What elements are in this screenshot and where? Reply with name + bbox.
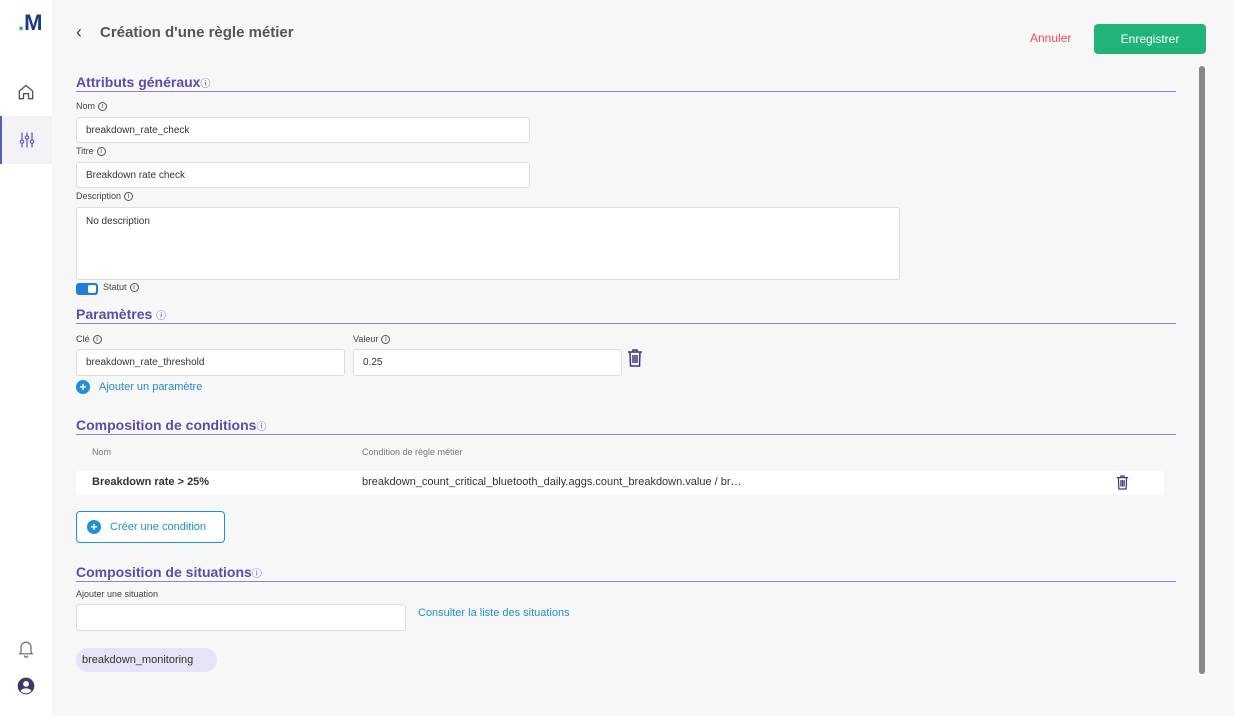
info-icon: i xyxy=(92,335,102,345)
value-label: Valeur i xyxy=(353,334,391,345)
page-title: Création d'une règle métier xyxy=(100,24,294,41)
add-parameter-link[interactable]: + Ajouter un paramètre xyxy=(76,380,202,394)
section-general-title: Attributs générauxⓘ xyxy=(76,74,211,90)
section-conditions-title: Composition de conditionsⓘ xyxy=(76,417,267,433)
sidebar: .M xyxy=(0,0,52,716)
name-input[interactable]: breakdown_rate_check xyxy=(76,117,530,143)
info-icon: i xyxy=(129,283,139,293)
user-icon xyxy=(17,677,35,695)
condition-expression: breakdown_count_critical_bluetooth_daily… xyxy=(362,476,742,488)
info-icon: i xyxy=(98,102,108,112)
chevron-left-icon[interactable]: ‹ xyxy=(76,22,82,43)
main-content: ‹ Création d'une règle métier Annuler En… xyxy=(52,0,1234,716)
description-textarea[interactable]: No description xyxy=(76,207,900,280)
status-toggle[interactable] xyxy=(76,283,98,295)
bell-icon xyxy=(18,641,34,658)
situation-input[interactable] xyxy=(76,604,406,631)
status-label: Statut i xyxy=(103,282,139,293)
info-icon: ⓘ xyxy=(156,311,167,322)
save-button[interactable]: Enregistrer xyxy=(1094,24,1206,54)
info-icon: i xyxy=(381,335,391,345)
info-icon: ⓘ xyxy=(256,422,267,433)
name-label: Nom i xyxy=(76,101,108,112)
add-situation-label: Ajouter une situation xyxy=(76,589,159,599)
condition-name: Breakdown rate > 25% xyxy=(92,476,210,488)
divider xyxy=(76,323,1176,324)
divider xyxy=(76,434,1176,435)
app-logo[interactable]: .M xyxy=(18,10,42,36)
key-label: Clé i xyxy=(76,334,102,345)
scrollbar-thumb[interactable] xyxy=(1199,66,1205,674)
section-situations-title: Composition de situationsⓘ xyxy=(76,564,262,580)
title-input[interactable]: Breakdown rate check xyxy=(76,162,530,188)
create-condition-button[interactable]: + Créer une condition xyxy=(76,511,225,543)
info-icon: i xyxy=(96,147,106,157)
divider xyxy=(76,581,1176,582)
trash-icon[interactable] xyxy=(627,349,643,367)
info-icon: i xyxy=(124,192,134,202)
sliders-icon xyxy=(19,132,35,148)
cancel-button[interactable]: Annuler xyxy=(1030,31,1071,45)
info-icon: ⓘ xyxy=(251,569,262,580)
profile-button[interactable] xyxy=(0,662,52,710)
rules-nav-button[interactable] xyxy=(0,116,52,164)
table-row[interactable]: Breakdown rate > 25% breakdown_count_cri… xyxy=(76,471,1164,495)
trash-icon[interactable] xyxy=(1116,475,1129,490)
home-icon xyxy=(18,84,34,100)
param-value-input[interactable]: 0.25 xyxy=(353,349,622,376)
divider xyxy=(76,91,1176,92)
consult-situations-link[interactable]: Consulter la liste des situations xyxy=(418,607,570,619)
home-nav-button[interactable] xyxy=(0,68,52,116)
column-header-name: Nom xyxy=(92,447,112,457)
info-icon: ⓘ xyxy=(200,79,211,90)
description-label: Description i xyxy=(76,191,134,202)
column-header-condition: Condition de règle métier xyxy=(362,447,463,457)
title-label: Titre i xyxy=(76,146,106,157)
plus-circle-icon: + xyxy=(87,520,101,534)
section-params-title: Paramètres ⓘ xyxy=(76,306,167,322)
situation-chip[interactable]: breakdown_monitoring xyxy=(76,648,218,672)
plus-circle-icon: + xyxy=(76,380,90,394)
param-key-input[interactable]: breakdown_rate_threshold xyxy=(76,349,345,376)
